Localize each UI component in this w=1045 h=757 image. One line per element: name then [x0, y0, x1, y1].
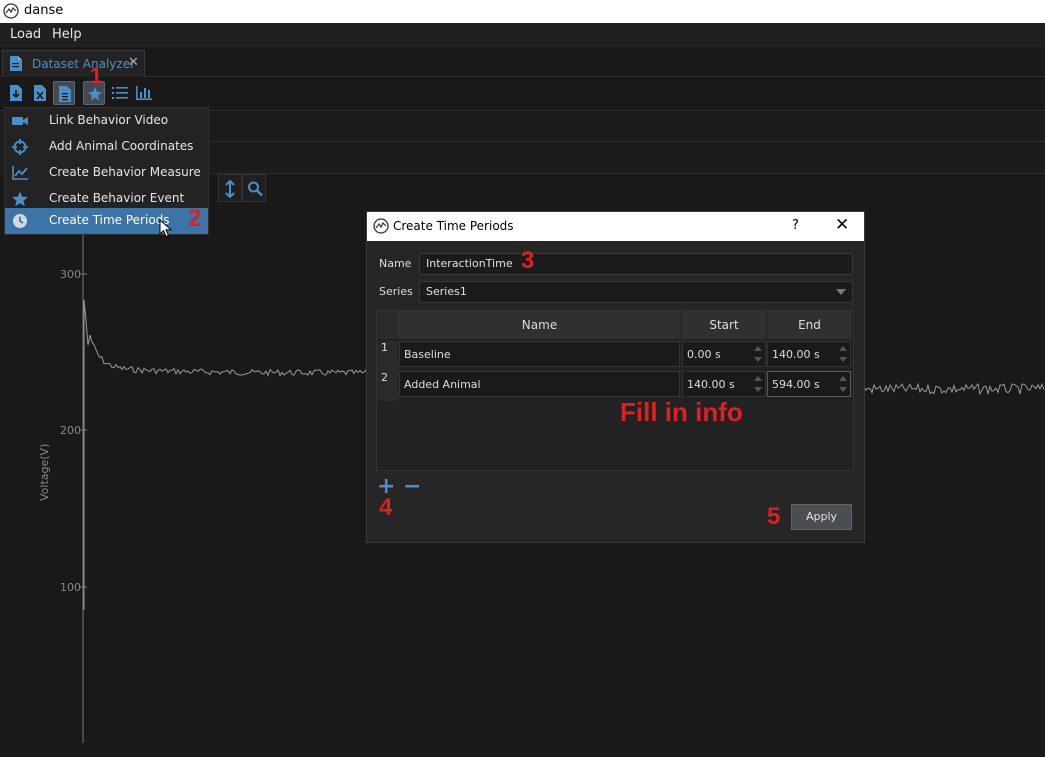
- menu-item-add-animal-coordinates[interactable]: Add Animal Coordinates: [5, 134, 208, 160]
- dialog-close-icon[interactable]: ✕: [835, 215, 849, 235]
- spin-arrows-icon[interactable]: [753, 372, 763, 396]
- tab-bar: Dataset Analyzer ✕: [0, 47, 1045, 77]
- search-icon: [248, 181, 263, 197]
- y-tick-label-100: 100: [60, 581, 81, 594]
- toolbar: 1: [0, 63, 1045, 111]
- menu-item-create-behavior-measure[interactable]: Create Behavior Measure: [5, 160, 208, 186]
- list-icon: [112, 87, 128, 99]
- bar-chart-button[interactable]: [132, 81, 154, 105]
- help-icon[interactable]: ?: [792, 218, 799, 233]
- magnify-button[interactable]: [242, 174, 266, 202]
- mouse-cursor-icon: [159, 219, 173, 238]
- import-button[interactable]: [5, 81, 27, 105]
- line-chart-icon: [12, 166, 28, 180]
- cell-name[interactable]: Baseline: [399, 341, 680, 367]
- remove-row-button[interactable]: −: [403, 474, 421, 499]
- dialog-titlebar: Create Time Periods ? ✕: [367, 212, 864, 241]
- star-icon: [12, 191, 28, 207]
- cell-start[interactable]: 140.00 s: [682, 371, 766, 397]
- create-time-periods-dialog: Create Time Periods ? ✕ Name Interaction…: [366, 211, 865, 543]
- y-axis-label: Voltage(V): [38, 443, 51, 501]
- app-logo-icon: [3, 3, 19, 19]
- menu-load[interactable]: Load: [10, 27, 41, 42]
- file-excel-icon: [34, 85, 46, 101]
- tab-label: Dataset Analyzer: [32, 57, 136, 71]
- file-text-icon: [59, 86, 71, 102]
- cell-end[interactable]: 594.00 s: [767, 371, 851, 397]
- clock-icon: [13, 214, 27, 228]
- file-import-icon: [10, 85, 22, 101]
- time-periods-table: Name Start End 1 Baseline 0.00 s 140.00 …: [376, 310, 854, 471]
- dialog-title: Create Time Periods: [393, 219, 514, 233]
- annotation-step-3: 3: [521, 247, 535, 274]
- video-camera-icon: [12, 117, 28, 125]
- cell-name[interactable]: Added Animal: [399, 371, 680, 397]
- annotation-fill-info: Fill in info: [620, 397, 743, 427]
- menu-help[interactable]: Help: [52, 27, 82, 42]
- annotation-step-1: 1: [90, 63, 103, 88]
- vertical-zoom-button[interactable]: [218, 174, 242, 202]
- name-label: Name: [379, 257, 412, 270]
- header-name[interactable]: Name: [398, 311, 682, 339]
- chevron-down-icon: [836, 289, 846, 295]
- vertical-arrows-icon: [225, 180, 235, 198]
- spin-arrows-icon[interactable]: [838, 372, 848, 396]
- row-number: 2: [377, 371, 398, 401]
- cell-end[interactable]: 140.00 s: [767, 341, 851, 367]
- tab-dataset-analyzer[interactable]: Dataset Analyzer ✕: [2, 50, 145, 77]
- tab-close-icon[interactable]: ✕: [128, 55, 139, 70]
- menu-item-create-time-periods[interactable]: Create Time Periods: [5, 208, 208, 234]
- table-corner: [377, 311, 398, 339]
- name-input[interactable]: InteractionTime: [419, 253, 853, 275]
- spin-arrows-icon[interactable]: [753, 342, 763, 366]
- menu-bar: Load Help: [0, 23, 1045, 47]
- y-tick-label-200: 200: [60, 424, 81, 437]
- series-select[interactable]: Series1: [419, 281, 853, 303]
- y-tick-label-300: 300: [60, 268, 81, 281]
- file-button[interactable]: [53, 81, 75, 105]
- row-number: 1: [377, 341, 398, 371]
- export-excel-button[interactable]: [29, 81, 51, 105]
- window-titlebar: danse: [0, 0, 1045, 23]
- crosshair-icon: [12, 139, 28, 155]
- annotation-step-2: 2: [188, 205, 202, 232]
- annotation-step-4: 4: [379, 494, 393, 521]
- cell-start[interactable]: 0.00 s: [682, 341, 766, 367]
- list-button[interactable]: [108, 81, 130, 105]
- header-end[interactable]: End: [767, 311, 853, 339]
- document-icon: [10, 56, 22, 71]
- header-start[interactable]: Start: [682, 311, 767, 339]
- menu-item-link-behavior-video[interactable]: Link Behavior Video: [5, 108, 208, 134]
- window-title: danse: [24, 3, 64, 18]
- series-label: Series: [379, 285, 413, 298]
- bar-chart-icon: [136, 86, 152, 100]
- spin-arrows-icon[interactable]: [838, 342, 848, 366]
- annotation-step-5: 5: [767, 503, 781, 530]
- app-logo-icon: [373, 218, 389, 234]
- apply-button[interactable]: Apply: [791, 504, 852, 530]
- behavior-dropdown-menu: Link Behavior Video Add Animal Coordinat…: [4, 107, 209, 235]
